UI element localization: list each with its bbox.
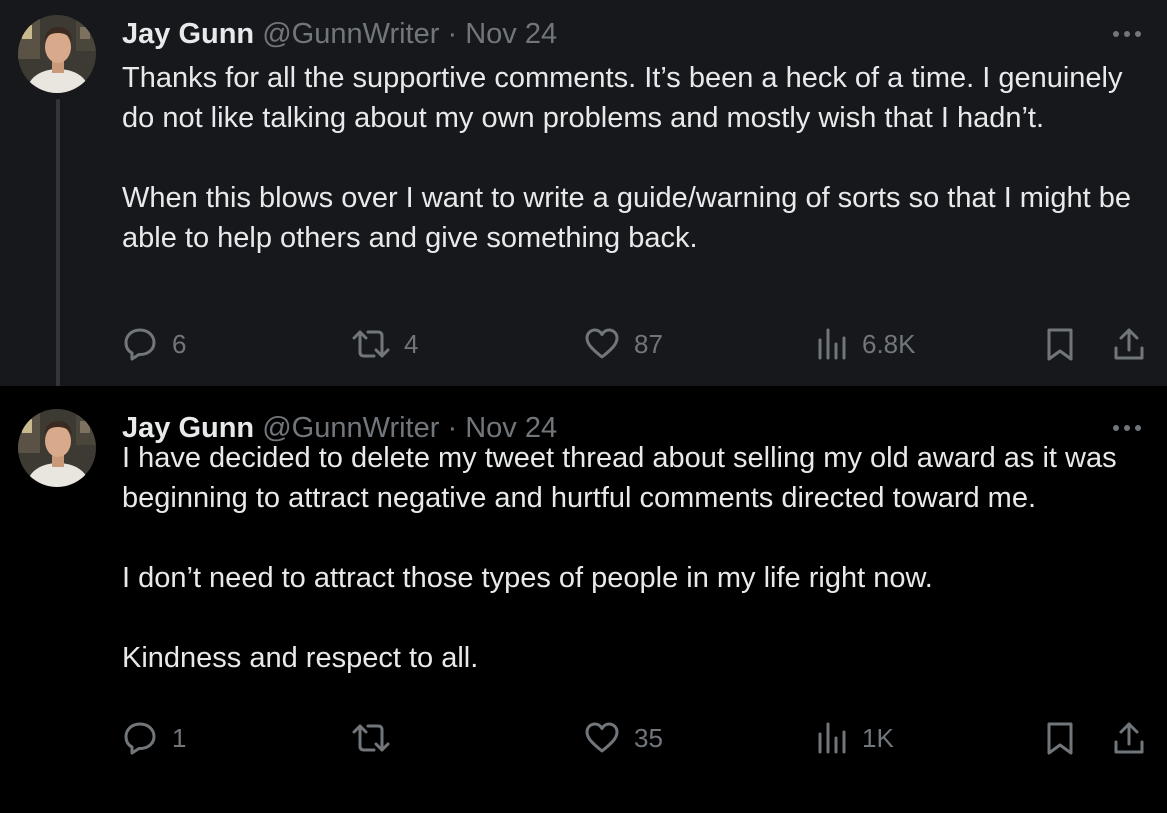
bookmark-icon (1044, 720, 1076, 756)
heart-icon (584, 326, 620, 362)
views-button[interactable]: 6.8K (816, 324, 916, 364)
views-count: 6.8K (862, 328, 916, 359)
author-name[interactable]: Jay Gunn (122, 18, 254, 50)
like-count: 35 (634, 722, 663, 753)
separator: · (447, 18, 458, 50)
tweet-paragraph: I have decided to delete my tweet thread… (122, 442, 1117, 514)
views-button[interactable]: 1K (816, 718, 894, 758)
avatar[interactable] (18, 15, 96, 93)
share-button[interactable] (1112, 324, 1146, 364)
tweet[interactable]: Jay Gunn @GunnWriter · Nov 24 I have dec… (0, 386, 1167, 813)
avatar[interactable] (18, 409, 96, 487)
like-button[interactable]: 87 (584, 324, 663, 364)
share-button[interactable] (1112, 718, 1146, 758)
retweet-button[interactable]: 4 (352, 324, 418, 364)
more-horizontal-icon (1112, 25, 1142, 43)
tweet-header: Jay Gunn @GunnWriter · Nov 24 (122, 16, 557, 52)
tweet-paragraph: Kindness and respect to all. (122, 642, 479, 674)
views-count: 1K (862, 722, 894, 753)
like-button[interactable]: 35 (584, 718, 663, 758)
reply-icon (122, 720, 158, 756)
retweet-icon (352, 720, 390, 756)
tweet-text: I have decided to delete my tweet thread… (122, 438, 1132, 678)
tweet[interactable]: Jay Gunn @GunnWriter · Nov 24 Thanks for… (0, 0, 1167, 401)
tweet-actions: 6 4 87 6.8K (122, 324, 1167, 364)
views-icon (816, 326, 848, 362)
retweet-button[interactable] (352, 718, 404, 758)
tweet-actions: 1 35 1K (122, 718, 1167, 758)
reply-button[interactable]: 1 (122, 718, 186, 758)
tweet-paragraph: Thanks for all the supportive comments. … (122, 62, 1123, 134)
thread-connector-line (56, 99, 60, 401)
more-horizontal-icon (1112, 419, 1142, 437)
tweet-date[interactable]: Nov 24 (465, 18, 557, 50)
reply-count: 6 (172, 328, 187, 359)
retweet-count: 4 (404, 328, 419, 359)
retweet-icon (352, 326, 390, 362)
heart-icon (584, 720, 620, 756)
bookmark-button[interactable] (1044, 324, 1076, 364)
like-count: 87 (634, 328, 663, 359)
reply-count: 1 (172, 722, 187, 753)
share-icon (1112, 326, 1146, 362)
more-options-button[interactable] (1109, 16, 1145, 52)
reply-button[interactable]: 6 (122, 324, 186, 364)
bookmark-icon (1044, 326, 1076, 362)
author-handle[interactable]: @GunnWriter (262, 18, 439, 50)
tweet-paragraph: I don’t need to attract those types of p… (122, 562, 933, 594)
tweet-paragraph: When this blows over I want to write a g… (122, 182, 1132, 254)
tweet-text: Thanks for all the supportive comments. … (122, 58, 1132, 258)
bookmark-button[interactable] (1044, 718, 1076, 758)
reply-icon (122, 326, 158, 362)
share-icon (1112, 720, 1146, 756)
views-icon (816, 720, 848, 756)
